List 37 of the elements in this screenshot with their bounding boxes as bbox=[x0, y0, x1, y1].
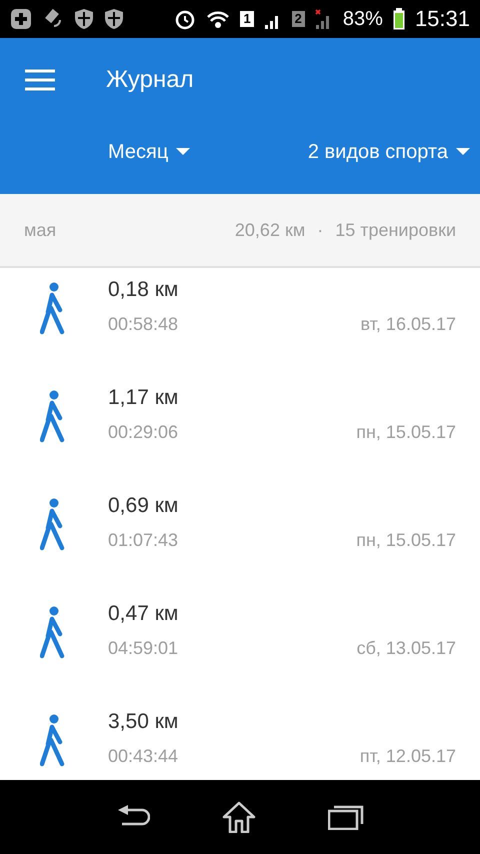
home-icon[interactable] bbox=[220, 801, 257, 833]
caret-icon bbox=[176, 148, 190, 156]
workout-duration: 00:58:48 bbox=[108, 314, 178, 335]
separator-dot: · bbox=[317, 220, 324, 240]
recent-apps-icon[interactable] bbox=[328, 804, 364, 830]
month-label: мая bbox=[24, 220, 56, 240]
period-dropdown[interactable]: Месяц bbox=[108, 140, 190, 164]
workout-distance: 0,47 км bbox=[108, 602, 180, 626]
workout-duration: 04:59:01 bbox=[108, 638, 178, 659]
sim-indicator: 1 bbox=[240, 11, 254, 27]
workout-distance: 1,17 км bbox=[108, 386, 180, 410]
screen-title: Журнал bbox=[106, 66, 194, 94]
workout-count: 15 тренировки bbox=[335, 220, 456, 240]
workout-duration: 00:29:06 bbox=[108, 422, 178, 443]
medical-cross-icon bbox=[10, 8, 32, 30]
menu-icon[interactable] bbox=[24, 69, 56, 91]
alarm-clock-icon bbox=[174, 8, 196, 30]
sim-indicator: 2 bbox=[292, 11, 305, 27]
battery-icon bbox=[392, 8, 405, 30]
workout-date: сб, 13.05.17 bbox=[356, 638, 456, 659]
workout-date: пн, 15.05.17 bbox=[356, 530, 456, 551]
total-distance: 20,62 км bbox=[234, 220, 306, 240]
workout-duration: 01:07:43 bbox=[108, 530, 178, 551]
sports-dropdown[interactable]: 2 видов спорта bbox=[308, 140, 470, 164]
workout-date: пн, 15.05.17 bbox=[356, 422, 456, 443]
workout-date: пт, 12.05.17 bbox=[360, 746, 456, 767]
workout-date: вт, 16.05.17 bbox=[360, 314, 456, 335]
clock-time: 15:31 bbox=[414, 6, 470, 32]
workout-distance: 3,50 км bbox=[108, 710, 180, 734]
workout-duration: 00:43:44 bbox=[108, 746, 178, 767]
wifi-icon bbox=[206, 9, 230, 29]
workout-distance: 0,69 км bbox=[108, 494, 180, 518]
shield-icon bbox=[74, 8, 94, 30]
caret-icon bbox=[456, 148, 470, 156]
workout-distance: 0,18 км bbox=[108, 278, 180, 302]
shield-icon bbox=[104, 8, 124, 30]
battery-percent: 83% bbox=[342, 8, 383, 30]
